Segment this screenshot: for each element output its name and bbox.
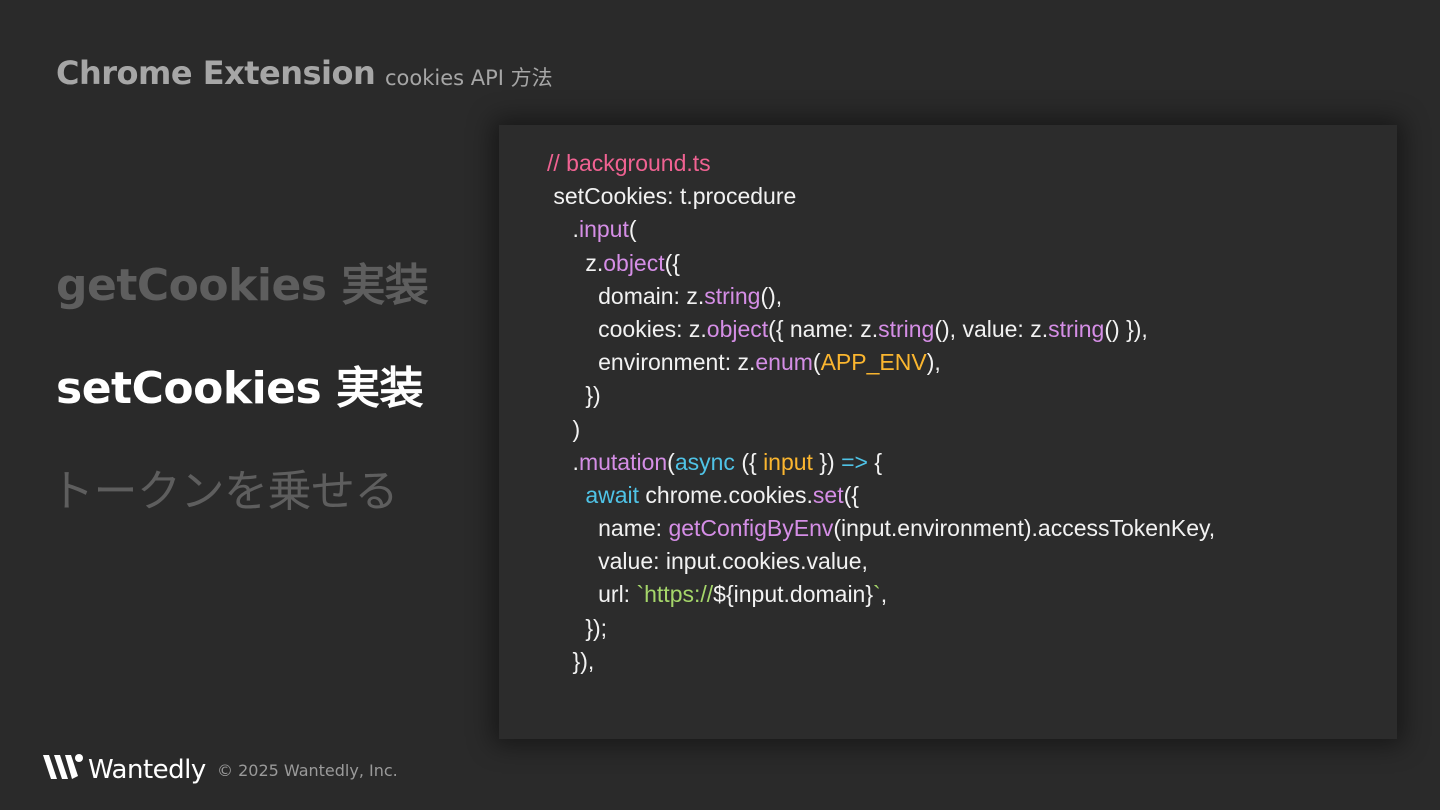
- code-line: await chrome.cookies.set({: [547, 479, 1215, 512]
- code-token: // background.ts: [547, 150, 711, 176]
- code-token: enum: [755, 349, 813, 376]
- code-token: string: [1048, 315, 1105, 342]
- code-token: ),: [926, 349, 941, 376]
- code-token: });: [547, 614, 608, 641]
- code-token: set: [812, 481, 844, 508]
- code-line: domain: z.string(),: [547, 280, 1215, 313]
- code-line: name: getConfigByEnv(input.environment).…: [547, 512, 1215, 545]
- code-token: ({: [734, 448, 764, 475]
- code-token: chrome.cookies.: [639, 481, 813, 508]
- code-token: (: [667, 448, 675, 475]
- code-token: string: [878, 315, 935, 342]
- code-line: }),: [547, 645, 1215, 678]
- code-token: async: [674, 448, 735, 475]
- nav-item-setcookies: setCookies 実装: [56, 363, 424, 414]
- code-token: ({: [843, 481, 859, 508]
- code-line: url: `https://${input.domain}`,: [547, 578, 1215, 611]
- code-token: value: input.cookies.value,: [547, 548, 868, 575]
- header-title: Chrome Extension: [56, 54, 376, 92]
- code-line: ): [547, 413, 1215, 446]
- code-token: environment: z.: [547, 349, 756, 376]
- code-token: =>: [841, 448, 868, 475]
- code-line: cookies: z.object({ name: z.string(), va…: [547, 313, 1215, 346]
- code-token: name:: [547, 515, 669, 542]
- code-line: environment: z.enum(APP_ENV),: [547, 346, 1215, 379]
- code-token: .: [547, 216, 579, 243]
- code-token: ): [547, 415, 581, 442]
- code-token: string: [704, 282, 761, 309]
- footer-logo: Wantedly: [42, 752, 206, 787]
- footer-copyright: © 2025 Wantedly, Inc.: [217, 761, 398, 780]
- code-token: z.: [547, 249, 604, 276]
- code-token: cookies: z.: [547, 315, 707, 342]
- code-token: ({: [664, 249, 680, 276]
- code-block: // background.ts setCookies: t.procedure…: [547, 147, 1215, 678]
- code-token: input: [578, 216, 629, 243]
- code-token: input: [763, 448, 813, 475]
- code-line: }): [547, 379, 1215, 412]
- code-token: }),: [547, 647, 595, 674]
- code-token: ,: [880, 581, 888, 608]
- section-nav: getCookies 実装 setCookies 実装 トークンを乗せる: [50, 255, 476, 564]
- footer-brand: Wantedly: [88, 754, 206, 785]
- code-token: domain: z.: [547, 282, 705, 309]
- code-token: (input.environment).accessTokenKey,: [833, 515, 1216, 542]
- code-token: (),: [760, 282, 783, 309]
- code-token: (: [628, 216, 637, 243]
- code-token: }): [812, 448, 842, 475]
- code-token: mutation: [578, 448, 668, 475]
- nav-item-token: トークンを乗せる: [50, 466, 399, 517]
- code-line: });: [547, 612, 1215, 645]
- code-line: setCookies: t.procedure: [547, 180, 1215, 213]
- code-token: object: [603, 249, 665, 276]
- code-token: ({ name: z.: [768, 315, 879, 342]
- code-token: object: [706, 315, 769, 342]
- nav-item-getcookies: getCookies 実装: [56, 260, 429, 311]
- code-line: value: input.cookies.value,: [547, 545, 1215, 578]
- code-token: `: [873, 581, 881, 608]
- header-subtitle: cookies API 方法: [385, 66, 553, 90]
- code-token: `https://: [636, 581, 714, 608]
- code-line: // background.ts: [547, 147, 1215, 180]
- code-token: setCookies: t.procedure: [547, 183, 797, 210]
- code-token: await: [585, 481, 640, 508]
- wantedly-w-icon: [42, 752, 84, 787]
- code-line: .mutation(async ({ input }) => {: [547, 446, 1215, 479]
- code-line: z.object({: [547, 247, 1215, 280]
- code-line: .input(: [547, 213, 1215, 246]
- code-token: }): [547, 382, 601, 409]
- code-token: .: [547, 448, 579, 475]
- code-token: getConfigByEnv: [668, 515, 834, 542]
- code-token: APP_ENV: [820, 349, 927, 376]
- code-token: (), value: z.: [934, 315, 1049, 342]
- code-token: {: [867, 448, 883, 475]
- code-panel: // background.ts setCookies: t.procedure…: [499, 125, 1397, 739]
- code-token: () }),: [1104, 315, 1148, 342]
- code-token: url:: [547, 581, 637, 608]
- code-token: (: [812, 349, 821, 376]
- code-token: ${input.domain}: [713, 581, 874, 608]
